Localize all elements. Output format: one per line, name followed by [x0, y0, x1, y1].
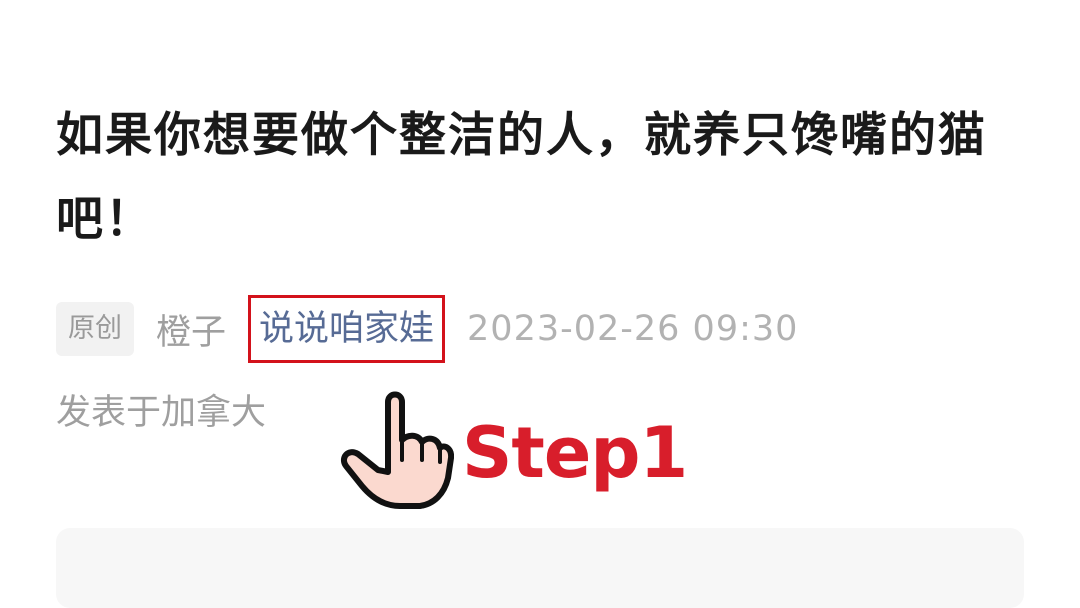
article-title: 如果你想要做个整洁的人，就养只馋嘴的猫吧！ — [56, 108, 987, 247]
hand-pointer-icon — [340, 391, 454, 509]
content-card — [56, 528, 1024, 608]
original-tag: 原创 — [56, 302, 134, 356]
account-name-link[interactable]: 说说咱家娃 — [248, 295, 446, 363]
author-name: 橙子 — [156, 312, 227, 353]
article-meta-row: 原创 橙子 说说咱家娃 2023-02-26 09:30 — [56, 295, 799, 363]
step-label: Step1 — [462, 412, 688, 494]
publish-location: 发表于加拿大 — [56, 393, 267, 433]
publish-datetime: 2023-02-26 09:30 — [467, 309, 799, 349]
